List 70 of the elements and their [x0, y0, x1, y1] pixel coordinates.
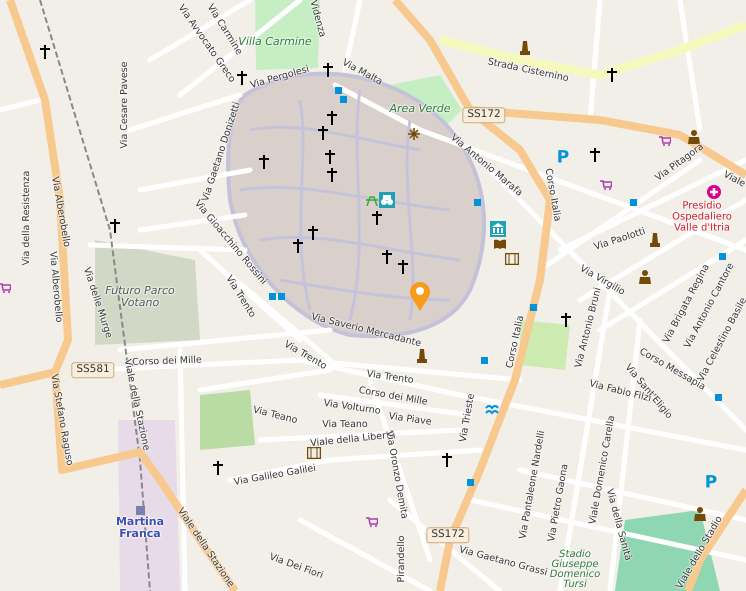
- street-label: Via Pietro Gaona: [547, 463, 571, 543]
- church-cross-icon: [110, 219, 120, 233]
- church-cross-icon: [398, 260, 408, 274]
- binoculars-icon: [379, 192, 395, 208]
- street-label: Corso Italia: [505, 314, 527, 370]
- street-label: Via Trento: [366, 370, 414, 386]
- church-cross-icon: [213, 461, 223, 475]
- shopping-cart-icon: [366, 517, 378, 527]
- shopping-cart-icon: [0, 283, 11, 293]
- location-pin-icon: [409, 281, 431, 311]
- church-cross-icon: [372, 211, 382, 225]
- parking-symbol: P: [704, 474, 718, 492]
- street-label: Via Teano: [322, 420, 368, 430]
- church-cross-icon: [40, 45, 50, 59]
- church-cross-icon: [590, 148, 600, 162]
- street-label: Corso Italia: [542, 168, 562, 222]
- shopping-cart-icon: [600, 180, 612, 190]
- street-label: Via della Sanità: [604, 488, 633, 562]
- street-label: Via Pantaleone Nardelli: [518, 430, 548, 540]
- street-label: Via Gaetano Grassi: [458, 545, 548, 579]
- book-icon: [494, 239, 506, 249]
- figure-icon: [639, 270, 651, 284]
- hospital-cross-icon: [707, 185, 721, 199]
- street-label: Corso dei Mille: [132, 356, 202, 368]
- monument-icon: [417, 349, 427, 363]
- museum-icon: [490, 221, 506, 237]
- church-cross-icon: [382, 250, 392, 264]
- flower-icon: [408, 128, 420, 140]
- church-cross-icon: [327, 168, 337, 182]
- parking-symbol: P: [556, 148, 570, 168]
- church-cross-icon: [327, 111, 337, 125]
- church-cross-icon: [561, 313, 571, 327]
- street-label: Pirandello: [396, 536, 408, 582]
- church-cross-icon: [308, 226, 318, 240]
- film-icon: [307, 447, 321, 459]
- film-icon: [505, 253, 519, 265]
- church-cross-icon: [607, 68, 617, 82]
- street-label: Via Alberobello: [46, 251, 64, 323]
- street-label: Via Galileo Galilei: [233, 464, 317, 488]
- street-label: Via Alberobello: [48, 176, 72, 248]
- street-label: Via Cesare Pavese: [120, 62, 130, 148]
- church-cross-icon: [259, 155, 269, 169]
- church-cross-icon: [323, 63, 333, 77]
- street-label: Via Teano: [252, 405, 298, 427]
- road-number-sign: SS581: [71, 362, 115, 378]
- figure-icon: [688, 130, 700, 144]
- church-cross-icon: [325, 150, 335, 164]
- place-label: Stadio Giuseppe Domenico Tursi: [548, 550, 602, 590]
- place-label: Villa Carmine: [238, 36, 312, 48]
- road-number-sign: SS172: [426, 527, 470, 543]
- church-cross-icon: [237, 71, 247, 85]
- fountain-icon: [485, 404, 499, 416]
- monument-icon: [650, 233, 660, 247]
- shopping-cart-icon: [659, 136, 671, 146]
- monument-icon: [520, 41, 530, 55]
- street-label: Via Trieste: [458, 392, 478, 444]
- street-label: Strada Cisternino: [486, 57, 570, 85]
- church-cross-icon: [293, 239, 303, 253]
- place-label: Area Verde: [390, 102, 450, 116]
- street-label: Via della Resistenza: [22, 170, 32, 266]
- road-number-sign: SS172: [462, 107, 506, 123]
- place-label: Futuro Parco Votano: [104, 284, 176, 309]
- street-label: Via Piave: [388, 412, 432, 428]
- church-cross-icon: [442, 453, 452, 467]
- playground-icon: [366, 196, 378, 206]
- hospital-label: Presidio Ospedaliero Valle d'Itria: [671, 200, 733, 234]
- street-label: Via Dei Fiori: [268, 552, 324, 582]
- park-area: [200, 390, 255, 450]
- church-cross-icon: [318, 126, 328, 140]
- street-label: Via Volturno: [322, 398, 382, 418]
